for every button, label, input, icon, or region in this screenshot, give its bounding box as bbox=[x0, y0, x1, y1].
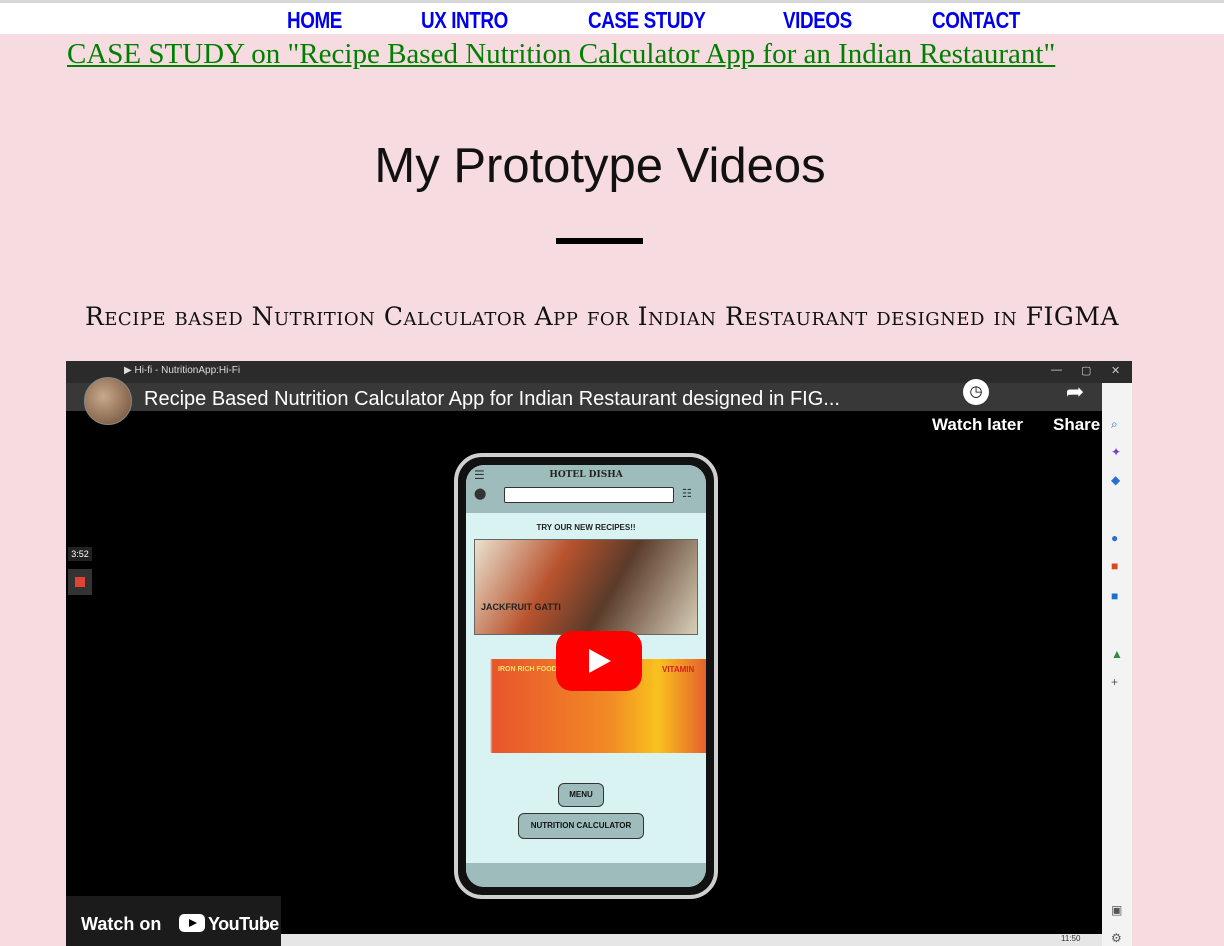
plus-icon: + bbox=[1111, 675, 1119, 689]
nav-home-link[interactable]: HOME bbox=[287, 7, 342, 34]
recipe-image: JACKFRUIT GATTI bbox=[474, 539, 698, 635]
people-icon: ● bbox=[1111, 531, 1119, 545]
taskbar-clock: 11:50 bbox=[1061, 934, 1081, 943]
play-button[interactable] bbox=[556, 631, 642, 691]
page-title: My Prototype Videos bbox=[374, 139, 826, 193]
minimize-icon: — bbox=[1051, 364, 1062, 376]
sparkle-icon: ✦ bbox=[1111, 445, 1122, 459]
try-recipes-label: TRY OUR NEW RECIPES!! bbox=[536, 523, 636, 532]
youtube-logo-icon bbox=[179, 914, 205, 932]
filter-icon: ☷ bbox=[682, 488, 692, 500]
vitamin-text: VITAMIN bbox=[662, 665, 695, 674]
app-menu-button: MENU bbox=[558, 783, 604, 807]
recorded-edge-sidebar: ⌕ ✦ ◆ ● ■ ■ ▲ + ▣ ⚙ bbox=[1102, 383, 1132, 946]
top-navbar: HOME UX INTRO CASE STUDY VIDEOS CONTACT bbox=[0, 3, 1224, 34]
recorded-tab-title: ▶ Hi-fi - NutritionApp:Hi-Fi bbox=[124, 365, 241, 376]
youtube-wordmark: YouTube bbox=[208, 914, 279, 934]
banner-text: IRON RICH FOODS bbox=[498, 666, 562, 673]
stop-recording-icon bbox=[68, 569, 92, 595]
outlook-icon: ■ bbox=[1111, 589, 1119, 603]
search-icon: ⌕ bbox=[1111, 417, 1118, 431]
watch-later-button[interactable]: Watch later bbox=[932, 415, 1023, 435]
app-nutrition-calculator-button: NUTRITION CALCULATOR bbox=[518, 813, 644, 839]
close-icon: ✕ bbox=[1111, 365, 1121, 377]
case-study-link[interactable]: CASE STUDY on "Recipe Based Nutrition Ca… bbox=[67, 38, 1055, 71]
channel-avatar[interactable] bbox=[84, 377, 132, 425]
video-heading: Recipe based Nutrition Calculator App fo… bbox=[84, 302, 1120, 331]
title-divider bbox=[556, 238, 643, 244]
watch-on-label: Watch on bbox=[81, 914, 162, 934]
recipe-caption: JACKFRUIT GATTI bbox=[481, 602, 561, 612]
sidebar-toggle-icon: ▣ bbox=[1111, 903, 1123, 917]
settings-icon: ⚙ bbox=[1111, 931, 1122, 945]
hotel-name: HOTEL DISHA bbox=[549, 470, 623, 480]
nav-ux-intro-link[interactable]: UX INTRO bbox=[421, 7, 508, 34]
tree-icon: ▲ bbox=[1111, 647, 1123, 661]
watch-on-youtube-button[interactable]: Watch on YouTube bbox=[66, 896, 281, 946]
youtube-embed[interactable]: ▶ Hi-fi - NutritionApp:Hi-Fi — ▢ ✕ Recip… bbox=[66, 361, 1132, 946]
app-search-input bbox=[504, 487, 674, 503]
app-bottom-nav bbox=[466, 863, 706, 887]
tag-icon: ◆ bbox=[1111, 473, 1121, 487]
nav-case-study-link[interactable]: CASE STUDY bbox=[588, 7, 706, 34]
share-button[interactable]: Share bbox=[1053, 415, 1100, 435]
office-icon: ■ bbox=[1111, 559, 1119, 573]
recording-timer: 3:52 bbox=[68, 547, 92, 561]
nav-contact-link[interactable]: CONTACT bbox=[932, 7, 1020, 34]
share-icon[interactable]: ➦ bbox=[1062, 379, 1088, 405]
video-title[interactable]: Recipe Based Nutrition Calculator App fo… bbox=[144, 388, 840, 411]
clock-icon[interactable]: ◷ bbox=[963, 379, 989, 405]
app-header: ☰ HOTEL DISHA ⬤ ☷ bbox=[466, 465, 706, 513]
location-icon: ⬤ bbox=[474, 488, 487, 500]
nav-videos-link[interactable]: VIDEOS bbox=[783, 7, 852, 34]
restore-icon: ▢ bbox=[1081, 365, 1092, 377]
recorded-taskbar: 11:50 bbox=[281, 934, 1102, 946]
